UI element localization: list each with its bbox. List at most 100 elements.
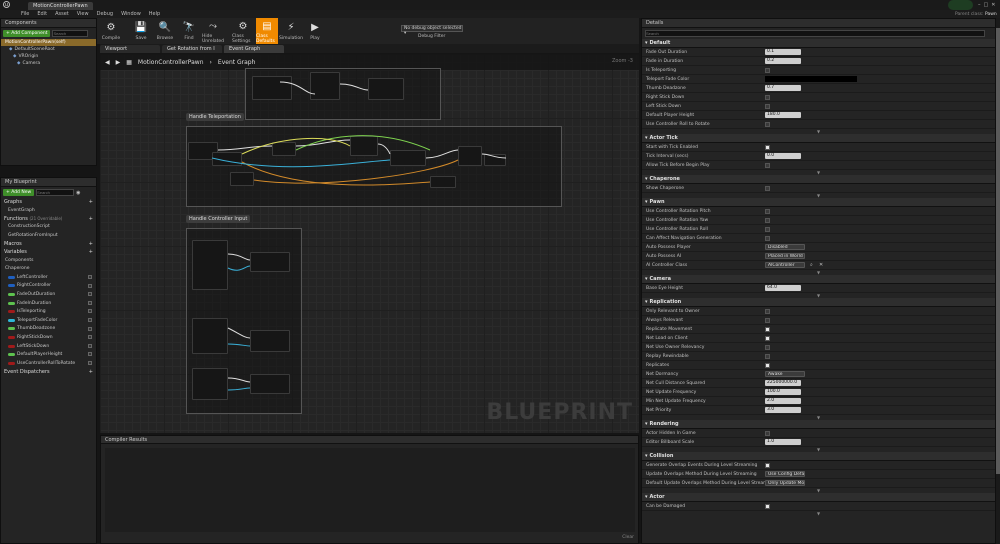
variable-item[interactable]: FadeOutDuration (1, 290, 96, 299)
details-scrollbar[interactable] (996, 18, 1000, 544)
my-blueprint-tab[interactable]: My Blueprint (1, 178, 96, 187)
property-dropdown[interactable]: Use Config Default (765, 471, 805, 477)
add-new-button[interactable]: + Add New (3, 189, 35, 196)
compiler-results-tab[interactable]: Compiler Results (101, 436, 638, 444)
variable-visibility-icon[interactable] (88, 309, 92, 314)
property-dropdown[interactable]: Disabled (765, 244, 805, 250)
property-value-field[interactable]: 0.7 (765, 85, 801, 91)
find-button[interactable]: 🔭 Find (178, 18, 200, 44)
variable-item[interactable]: LeftStickDown (1, 342, 96, 351)
details-category-camera[interactable]: ▾ Camera (642, 275, 995, 284)
property-checkbox[interactable] (765, 345, 770, 350)
variable-item[interactable]: TeleportFadeColor (1, 316, 96, 325)
property-checkbox[interactable] (765, 95, 770, 100)
add-macro-icon[interactable]: + (89, 241, 93, 247)
editor-tab-0[interactable]: Viewport (100, 45, 160, 53)
property-value-field[interactable]: 0.2 (765, 58, 801, 64)
menu-edit[interactable]: Edit (37, 11, 47, 17)
property-checkbox[interactable] (765, 363, 770, 368)
variable-item[interactable]: IsTeleporting (1, 307, 96, 316)
property-checkbox[interactable] (765, 336, 770, 341)
close-icon[interactable]: ✕ (991, 2, 995, 8)
property-value-field[interactable]: 100.0 (765, 389, 801, 395)
variable-visibility-icon[interactable] (88, 343, 92, 348)
property-checkbox[interactable] (765, 318, 770, 323)
menu-file[interactable]: File (21, 11, 29, 17)
variable-visibility-icon[interactable] (88, 274, 92, 279)
event-dispatchers-section[interactable]: Event Dispatchers + (1, 368, 96, 376)
eye-icon[interactable]: ◉ (76, 190, 80, 196)
details-category-actor[interactable]: ▾ Actor (642, 493, 995, 502)
add-component-button[interactable]: + Add Component (3, 30, 51, 37)
add-variable-icon[interactable]: + (89, 249, 93, 255)
variable-visibility-icon[interactable] (88, 300, 92, 305)
details-category-collision[interactable]: ▾ Collision (642, 452, 995, 461)
property-checkbox[interactable] (765, 309, 770, 314)
details-category-rendering[interactable]: ▾ Rendering (642, 420, 995, 429)
event-graph-canvas[interactable]: ◀ ▶ ▦ MotionControllerPawn › Event Graph Z… (100, 54, 639, 433)
components-search-input[interactable] (52, 30, 89, 37)
variables-section[interactable]: Variables + (1, 248, 96, 256)
variable-visibility-icon[interactable] (88, 326, 92, 331)
advanced-expand-icon[interactable]: ▼ (642, 511, 995, 516)
property-checkbox[interactable] (765, 431, 770, 436)
menu-help[interactable]: Help (149, 11, 160, 17)
property-value-field[interactable]: 225000000.0 (765, 380, 801, 386)
clear-icon[interactable]: ✕ (819, 262, 823, 268)
property-value-field[interactable]: 3.0 (765, 407, 801, 413)
property-checkbox[interactable] (765, 327, 770, 332)
maximize-icon[interactable]: □ (984, 2, 989, 8)
details-category-pawn[interactable]: ▾ Pawn (642, 198, 995, 207)
menu-window[interactable]: Window (121, 11, 141, 17)
details-category-default[interactable]: ▾ Default (642, 39, 995, 48)
macros-section[interactable]: Macros + (1, 240, 96, 248)
components-tab[interactable]: Components (1, 19, 96, 28)
add-function-icon[interactable]: + (89, 216, 93, 222)
source-control-indicator[interactable] (948, 0, 973, 10)
property-checkbox[interactable] (765, 463, 770, 468)
property-checkbox[interactable] (765, 104, 770, 109)
variable-item[interactable]: RightStickDown (1, 333, 96, 342)
details-category-actor_tick[interactable]: ▾ Actor Tick (642, 134, 995, 143)
property-checkbox[interactable] (765, 209, 770, 214)
add-dispatcher-icon[interactable]: + (89, 369, 93, 375)
property-value-field[interactable]: 180.0 (765, 112, 801, 118)
menu-view[interactable]: View (77, 11, 89, 17)
property-checkbox[interactable] (765, 186, 770, 191)
menu-debug[interactable]: Debug (97, 11, 113, 17)
graphs-section[interactable]: Graphs + (1, 198, 96, 206)
compile-button[interactable]: ⚙ Compile (100, 18, 122, 44)
variable-visibility-icon[interactable] (88, 317, 92, 322)
property-dropdown[interactable]: AIController (765, 262, 805, 268)
graph-item-eventgraph[interactable]: EventGraph (1, 206, 96, 215)
variable-item[interactable]: ThumbDeadzone (1, 325, 96, 334)
property-checkbox[interactable] (765, 354, 770, 359)
compiler-clear-button[interactable]: Clear (622, 535, 634, 540)
variable-visibility-icon[interactable] (88, 283, 92, 288)
function-item[interactable]: ConstructionScript (1, 223, 96, 232)
property-checkbox[interactable] (765, 227, 770, 232)
component-item[interactable]: ◆ VROrigin (1, 53, 96, 60)
property-checkbox[interactable] (765, 163, 770, 168)
color-swatch[interactable] (765, 76, 857, 82)
function-item[interactable]: GetRotationFromInput (1, 231, 96, 240)
class-settings-button[interactable]: ⚙ Class Settings (232, 18, 254, 45)
parent-class-value[interactable]: Pawn (985, 12, 997, 17)
play-button[interactable]: ▶ Play (304, 18, 326, 44)
details-search-input[interactable] (645, 30, 985, 37)
chaperone-category[interactable]: Chaperone (1, 264, 96, 273)
property-dropdown[interactable]: Only Update Movable (765, 480, 805, 486)
component-item[interactable]: ◆ Camera (1, 60, 96, 67)
my-blueprint-search-input[interactable] (36, 189, 75, 196)
browse-button[interactable]: 🔍 Browse (154, 18, 176, 44)
browse-asset-icon[interactable]: ⌕ (810, 262, 813, 268)
property-dropdown[interactable]: Placed in World (765, 253, 805, 259)
property-value-field[interactable]: 64.0 (765, 285, 801, 291)
variable-visibility-icon[interactable] (88, 335, 92, 340)
variable-visibility-icon[interactable] (88, 360, 92, 365)
editor-tab-1[interactable]: Get Rotation from I (162, 45, 222, 53)
property-checkbox[interactable] (765, 68, 770, 73)
component-item[interactable]: ◆ DefaultSceneRoot (1, 46, 96, 53)
save-button[interactable]: 💾 Save (130, 18, 152, 44)
property-checkbox[interactable] (765, 218, 770, 223)
